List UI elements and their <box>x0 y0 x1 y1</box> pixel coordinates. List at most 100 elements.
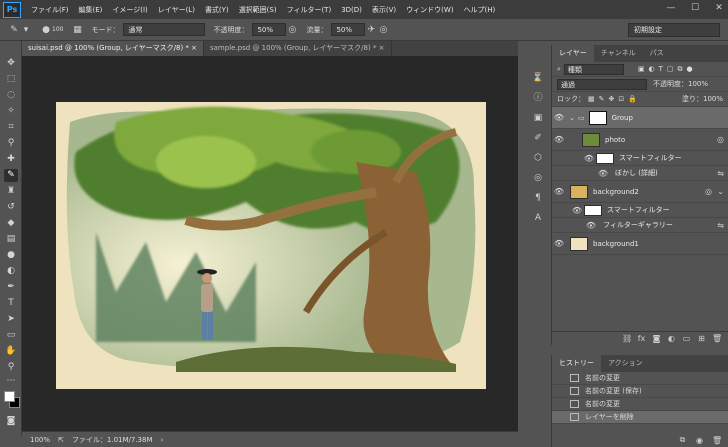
filter-row[interactable]: 👁 ぼかし (詳細) ⇋ <box>552 166 728 181</box>
mode-select[interactable]: 通常 <box>123 23 206 36</box>
visibility-eye-icon[interactable]: 👁 <box>596 169 610 178</box>
layer-mask-thumbnail[interactable] <box>588 110 607 125</box>
document-canvas[interactable] <box>56 102 486 389</box>
cube-3d-icon[interactable]: ⬡ <box>530 151 546 165</box>
crop-tool-icon[interactable]: ⌗ <box>4 121 18 134</box>
visibility-eye-icon[interactable]: 👁 <box>570 206 584 215</box>
opacity-field[interactable]: 50% <box>252 23 287 36</box>
layer-fill-field[interactable]: 100% <box>703 95 723 103</box>
layer-thumbnail[interactable] <box>570 184 588 199</box>
menu-view[interactable]: 表示(V) <box>372 5 396 15</box>
clone-source-icon[interactable]: ◎ <box>530 171 546 185</box>
type-tool-icon[interactable]: T <box>4 297 18 310</box>
canvas-area[interactable] <box>22 56 518 431</box>
layer-photo[interactable]: 👁 photo ◎ <box>552 129 728 151</box>
character-icon[interactable]: A <box>530 211 546 225</box>
close-icon[interactable]: ✕ <box>714 3 724 13</box>
quick-select-tool-icon[interactable]: ✧ <box>4 105 18 118</box>
history-item[interactable]: 名前の変更 <box>552 398 728 411</box>
fx-chevron-icon[interactable]: ⌄ <box>717 187 724 196</box>
chevron-down-icon[interactable]: ▾ <box>20 24 32 36</box>
history-panel-icon[interactable]: ⌛ <box>530 71 546 85</box>
minimize-icon[interactable]: — <box>666 3 676 13</box>
layer-group[interactable]: 👁 ⌄ ▭ Group <box>552 107 728 129</box>
export-icon[interactable]: ⇱ <box>58 436 64 444</box>
menu-help[interactable]: ヘルプ(H) <box>464 5 496 15</box>
history-item[interactable]: 名前の変更 (保存) <box>552 385 728 398</box>
visibility-eye-icon[interactable]: 👁 <box>552 187 566 196</box>
blend-mode-select[interactable]: 通過 <box>557 78 647 90</box>
shape-tool-icon[interactable]: ▭ <box>4 329 18 342</box>
blur-tool-icon[interactable]: ● <box>4 249 18 262</box>
link-layers-icon[interactable]: ⛓ <box>622 334 632 343</box>
dodge-tool-icon[interactable]: ◐ <box>4 265 18 278</box>
tab-channels[interactable]: チャンネル <box>594 45 643 62</box>
eraser-tool-icon[interactable]: ◆ <box>4 217 18 230</box>
layer-filter-select[interactable]: 種類 <box>563 63 624 75</box>
status-menu-icon[interactable]: › <box>161 436 164 444</box>
foreground-color-swatch[interactable] <box>4 391 15 402</box>
tab-paths[interactable]: パス <box>643 45 671 62</box>
hand-tool-icon[interactable]: ✋ <box>4 345 18 358</box>
tab-actions[interactable]: アクション <box>601 355 650 372</box>
properties-panel-icon[interactable]: ⓘ <box>530 91 546 105</box>
healing-tool-icon[interactable]: ✚ <box>4 153 18 166</box>
flow-field[interactable]: 50% <box>331 23 366 36</box>
lasso-tool-icon[interactable]: ◌ <box>4 89 18 102</box>
visibility-eye-icon[interactable]: 👁 <box>552 239 566 248</box>
pressure-opacity-icon[interactable]: ◎ <box>286 24 298 36</box>
brush-panel-icon[interactable]: ✐ <box>530 131 546 145</box>
trash-icon[interactable]: 🗑 <box>712 436 722 445</box>
marquee-tool-icon[interactable]: ⬚ <box>4 73 18 86</box>
menu-filter[interactable]: フィルター(T) <box>287 5 332 15</box>
layer-opacity-field[interactable]: 100% <box>688 80 708 88</box>
adjustment-layer-icon[interactable]: ◐ <box>667 334 676 343</box>
layer-background2[interactable]: 👁 background2 ◎ ⌄ <box>552 181 728 203</box>
eyedropper-tool-icon[interactable]: ⚲ <box>4 137 18 150</box>
filter-mask-thumbnail[interactable] <box>596 152 614 164</box>
menu-image[interactable]: イメージ(I) <box>112 5 147 15</box>
airbrush-icon[interactable]: ✈ <box>365 24 377 36</box>
lock-icons[interactable]: ▦✎✥⊡🔒 <box>588 95 641 103</box>
menu-3d[interactable]: 3D(D) <box>341 6 362 14</box>
maximize-icon[interactable]: ☐ <box>690 3 700 13</box>
filter-mask-thumbnail[interactable] <box>584 204 602 216</box>
visibility-eye-icon[interactable]: 👁 <box>584 221 598 230</box>
menu-edit[interactable]: 編集(E) <box>79 5 103 15</box>
more-tools-icon[interactable]: ⋯ <box>4 375 18 388</box>
pressure-size-icon[interactable]: ◎ <box>377 24 389 36</box>
visibility-eye-icon[interactable]: 👁 <box>552 135 566 144</box>
chevron-down-icon[interactable]: ⌄ <box>566 114 578 122</box>
paragraph-icon[interactable]: ¶ <box>530 191 546 205</box>
snapshot-icon[interactable]: ◉ <box>695 436 704 445</box>
tab-suisai[interactable]: suisai.psd @ 100% (Group, レイヤーマスク/8) * × <box>22 41 204 56</box>
tab-history[interactable]: ヒストリー <box>552 355 601 372</box>
adjustments-panel-icon[interactable]: ▣ <box>530 111 546 125</box>
history-brush-tool-icon[interactable]: ↺ <box>4 201 18 214</box>
new-document-icon[interactable]: ⧉ <box>678 435 687 445</box>
filter-options-icon[interactable]: ⇋ <box>717 221 724 230</box>
brush-tool-icon[interactable]: ✎ <box>4 169 18 182</box>
tab-sample[interactable]: sample.psd @ 100% (Group, レイヤーマスク/8) * × <box>204 41 392 56</box>
visibility-eye-icon[interactable]: 👁 <box>582 154 596 163</box>
move-tool-icon[interactable]: ✥ <box>4 57 18 70</box>
filter-options-icon[interactable]: ⇋ <box>717 169 724 178</box>
history-item[interactable]: レイヤーを削除 <box>552 411 728 424</box>
fx-icon[interactable]: fx <box>637 334 646 343</box>
menu-window[interactable]: ウィンドウ(W) <box>406 5 453 15</box>
filter-icons[interactable]: ▣◐T▢⧉● <box>638 65 697 74</box>
gradient-tool-icon[interactable]: ▤ <box>4 233 18 246</box>
tab-layers[interactable]: レイヤー <box>552 45 594 62</box>
visibility-eye-icon[interactable]: 👁 <box>552 113 566 122</box>
add-mask-icon[interactable]: ◙ <box>652 334 661 343</box>
menu-select[interactable]: 選択範囲(S) <box>239 5 277 15</box>
quick-mask-icon[interactable]: ◙ <box>4 415 18 428</box>
path-select-tool-icon[interactable]: ➤ <box>4 313 18 326</box>
zoom-tool-icon[interactable]: ⚲ <box>4 361 18 374</box>
stamp-tool-icon[interactable]: ♜ <box>4 185 18 198</box>
history-item[interactable]: 名前の変更 <box>552 372 728 385</box>
smart-filter-row[interactable]: 👁 スマートフィルター <box>552 203 728 218</box>
menu-type[interactable]: 書式(Y) <box>205 5 229 15</box>
layer-thumbnail[interactable] <box>582 132 600 147</box>
trash-icon[interactable]: 🗑 <box>712 334 722 343</box>
